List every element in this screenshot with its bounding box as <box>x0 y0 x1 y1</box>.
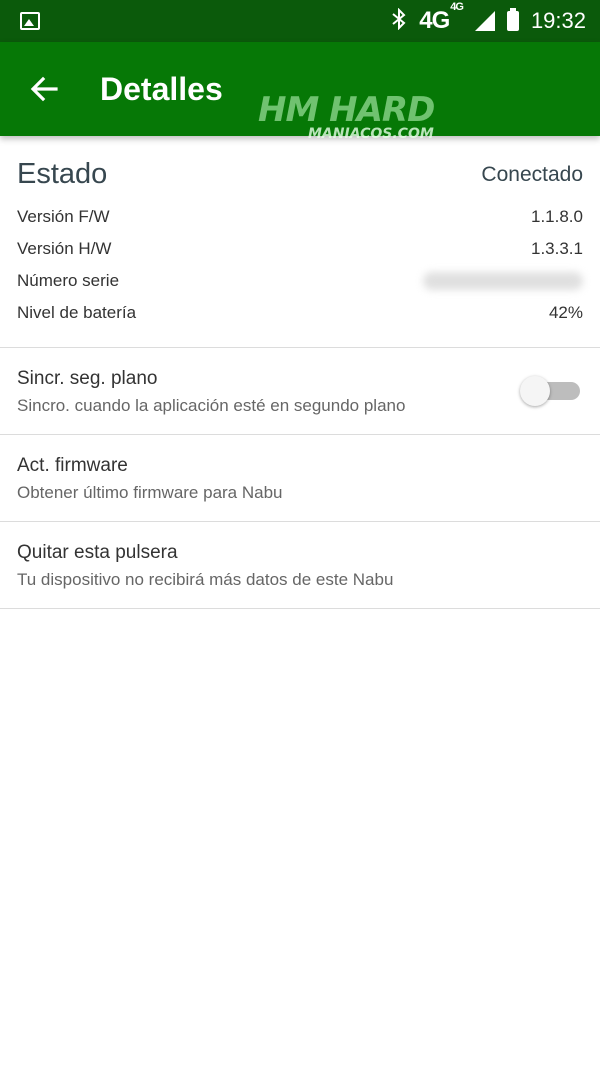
status-row: Estado Conectado <box>17 158 583 191</box>
battery-level-row: Nivel de batería 42% <box>17 297 583 329</box>
remove-band-item[interactable]: Quitar esta pulsera Tu dispositivo no re… <box>0 522 600 609</box>
info-label: Número serie <box>17 271 120 290</box>
hardware-version-row: Versión H/W 1.3.3.1 <box>17 233 583 265</box>
serial-number-redacted <box>423 272 583 290</box>
info-label: Versión H/W <box>17 239 112 258</box>
setting-subtitle: Sincro. cuando la aplicación esté en seg… <box>17 396 406 415</box>
background-sync-setting[interactable]: Sincr. seg. plano Sincro. cuando la apli… <box>0 348 600 435</box>
info-value: 1.1.8.0 <box>531 207 583 226</box>
setting-title: Act. firmware <box>17 455 128 476</box>
serial-number-row: Número serie <box>17 265 583 297</box>
info-label: Versión F/W <box>17 207 110 226</box>
info-label: Nivel de batería <box>17 303 137 322</box>
toggle-thumb <box>520 376 550 406</box>
signal-icon <box>474 11 495 31</box>
device-status-section: Estado Conectado Versión F/W 1.1.8.0 Ver… <box>0 136 600 348</box>
network-indicator: 4G4G <box>419 1 464 34</box>
info-value: 1.3.3.1 <box>531 239 583 258</box>
arrow-left-icon <box>30 76 58 102</box>
setting-title: Quitar esta pulsera <box>17 542 178 563</box>
info-value: 42% <box>548 303 583 322</box>
status-bar: 4G4G 19:32 <box>0 0 600 42</box>
firmware-version-row: Versión F/W 1.1.8.0 <box>17 201 583 233</box>
status-label: Estado <box>17 158 108 190</box>
status-value: Conectado <box>481 162 583 186</box>
bluetooth-icon <box>391 7 407 34</box>
app-bar: Detalles HM HARD MANIACOS.COM <box>0 42 600 142</box>
firmware-update-item[interactable]: Act. firmware Obtener último firmware pa… <box>0 435 600 522</box>
setting-subtitle: Obtener último firmware para Nabu <box>17 483 283 502</box>
setting-title: Sincr. seg. plano <box>17 368 158 389</box>
clock: 19:32 <box>530 8 586 33</box>
setting-subtitle: Tu dispositivo no recibirá más datos de … <box>17 570 394 589</box>
back-button[interactable] <box>30 76 94 102</box>
gallery-icon <box>20 12 40 30</box>
page-title: Detalles <box>100 70 223 107</box>
watermark-logo: HM HARD MANIACOS.COM <box>258 90 435 142</box>
battery-icon <box>506 8 519 31</box>
background-sync-toggle[interactable] <box>520 376 580 406</box>
